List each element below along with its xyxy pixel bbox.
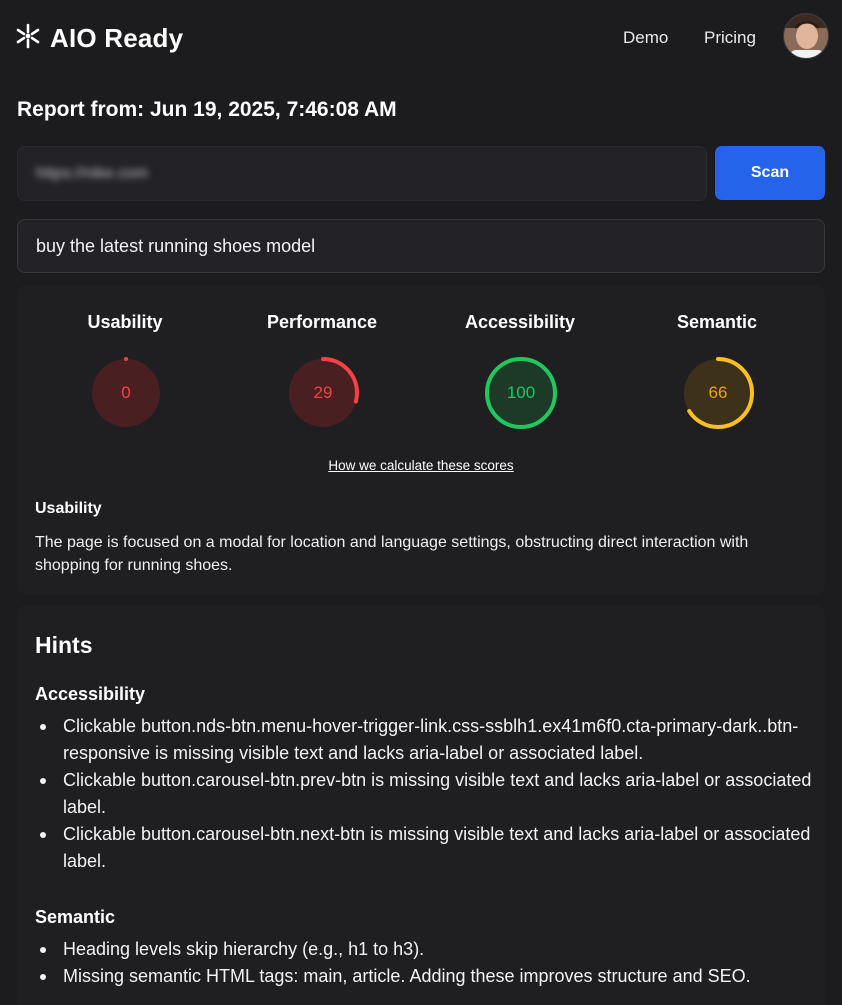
score-gauge: 0	[89, 356, 163, 430]
hints-semantic-heading: Semantic	[35, 907, 116, 927]
score-gauge: 100	[484, 356, 558, 430]
list-item: Clickable button.carousel-btn.prev-btn i…	[40, 767, 823, 821]
hints-semantic-list: Heading levels skip hierarchy (e.g., h1 …	[40, 936, 823, 990]
report-title: Report from: Jun 19, 2025, 7:46:08 AM	[17, 98, 397, 121]
logo-text: AIO Ready	[50, 23, 184, 53]
usability-detail-heading: Usability	[35, 500, 102, 517]
score-label: Performance	[266, 312, 378, 332]
hints-accessibility-heading: Accessibility	[35, 684, 146, 704]
task-input[interactable]: buy the latest running shoes model	[17, 219, 825, 273]
hints-accessibility-list: Clickable button.nds-btn.menu-hover-trig…	[40, 713, 823, 875]
score-accessibility: Accessibility 100	[420, 312, 620, 429]
score-gauge: 29	[286, 356, 360, 430]
calculation-info-link[interactable]: How we calculate these scores	[0, 458, 842, 473]
top-nav-bar: AIO Ready Demo Pricing	[0, 0, 842, 76]
list-item: Heading levels skip hierarchy (e.g., h1 …	[40, 936, 823, 963]
score-value: 66	[708, 383, 728, 402]
scan-button[interactable]: Scan	[715, 146, 825, 200]
list-item: Clickable button.nds-btn.menu-hover-trig…	[40, 713, 823, 767]
usability-detail-text: The page is focused on a modal for locat…	[35, 534, 749, 574]
url-input[interactable]: https://nike.com	[17, 146, 707, 201]
score-value: 0	[121, 383, 131, 402]
logo[interactable]: AIO Ready	[14, 22, 183, 55]
nav-pricing-link[interactable]: Pricing	[704, 28, 756, 48]
nav-demo-link[interactable]: Demo	[623, 28, 668, 48]
score-label: Semantic	[676, 312, 758, 332]
user-avatar[interactable]	[783, 13, 829, 59]
url-value: https://nike.com	[36, 164, 149, 182]
score-label: Accessibility	[464, 312, 576, 332]
score-value: 29	[313, 383, 333, 402]
score-value: 100	[506, 383, 536, 402]
sparkle-star-icon	[14, 22, 42, 55]
list-item: Clickable button.carousel-btn.next-btn i…	[40, 821, 823, 875]
score-gauge: 66	[681, 356, 755, 430]
score-performance: Performance 29	[222, 312, 422, 429]
score-semantic: Semantic 66	[617, 312, 817, 429]
list-item: Missing semantic HTML tags: main, articl…	[40, 963, 823, 990]
hints-title: Hints	[35, 632, 93, 658]
score-usability: Usability 0	[25, 312, 225, 429]
score-label: Usability	[87, 312, 163, 332]
